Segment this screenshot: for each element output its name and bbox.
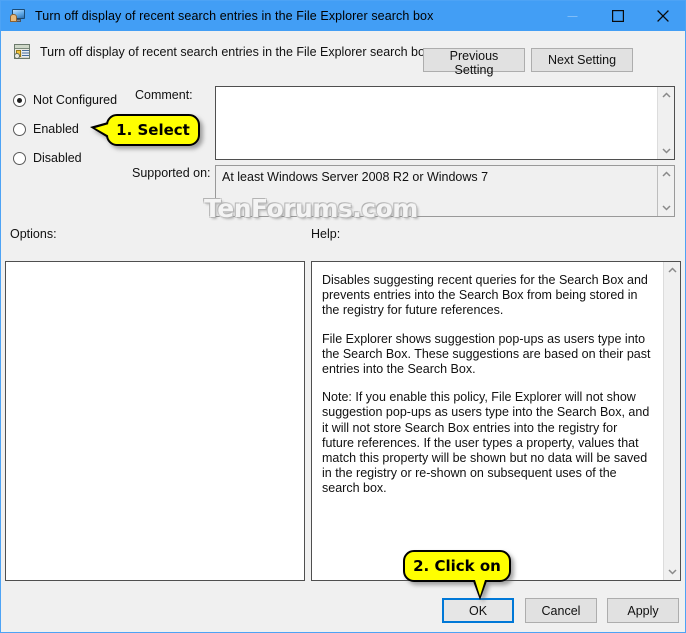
cancel-button[interactable]: Cancel	[525, 598, 597, 623]
title-bar: Turn off display of recent search entrie…	[1, 1, 685, 31]
window-title: Turn off display of recent search entrie…	[35, 9, 434, 23]
minimize-button[interactable]	[550, 1, 595, 31]
supported-on-value: At least Windows Server 2008 R2 or Windo…	[222, 170, 489, 184]
options-label: Options:	[10, 227, 57, 241]
comment-value[interactable]	[216, 87, 657, 159]
close-button[interactable]	[640, 1, 685, 31]
help-label: Help:	[311, 227, 341, 241]
scroll-down-icon[interactable]	[658, 142, 675, 159]
comment-scrollbar[interactable]	[657, 87, 674, 159]
supported-on-label: Supported on:	[132, 166, 211, 180]
callout-tail-fill-icon	[95, 124, 109, 136]
radio-selected-icon	[13, 93, 26, 107]
supported-on-field: At least Windows Server 2008 R2 or Windo…	[215, 165, 675, 217]
help-paragraph: Disables suggesting recent queries for t…	[322, 273, 648, 318]
next-setting-button[interactable]: Next Setting	[531, 48, 633, 72]
radio-label-enabled: Enabled	[33, 122, 79, 136]
callout-step-2-label: 2. Click on	[413, 557, 501, 575]
close-icon	[656, 10, 669, 22]
supported-on-scrollbar[interactable]	[657, 166, 674, 216]
scroll-down-icon[interactable]	[658, 199, 675, 216]
help-scrollbar[interactable]	[663, 262, 680, 580]
radio-unselected-icon	[13, 151, 26, 165]
radio-label-disabled: Disabled	[33, 151, 82, 165]
help-paragraph: File Explorer shows suggestion pop-ups a…	[322, 331, 651, 377]
monitor-icon	[10, 8, 26, 24]
minimize-icon	[567, 15, 578, 17]
comment-label: Comment:	[135, 88, 193, 102]
callout-step-1: 1. Select	[90, 114, 200, 146]
radio-label-not-configured: Not Configured	[33, 93, 118, 107]
callout-step-1-label: 1. Select	[116, 121, 190, 139]
radio-enabled[interactable]: Enabled	[13, 120, 79, 138]
scroll-up-icon[interactable]	[664, 262, 681, 279]
group-policy-setting-dialog: Turn off display of recent search entrie…	[0, 0, 686, 633]
ok-button[interactable]: OK	[442, 598, 514, 623]
help-panel: Disables suggesting recent queries for t…	[311, 261, 681, 581]
previous-setting-button[interactable]: Previous Setting	[423, 48, 525, 77]
scroll-up-icon[interactable]	[658, 166, 675, 183]
callout-step-2: 2. Click on	[403, 550, 511, 600]
radio-unselected-icon	[13, 122, 26, 136]
window-controls	[550, 1, 685, 31]
apply-button[interactable]: Apply	[607, 598, 679, 623]
scroll-up-icon[interactable]	[658, 87, 675, 104]
radio-not-configured[interactable]: Not Configured	[13, 91, 117, 109]
comment-field[interactable]	[215, 86, 675, 160]
options-panel[interactable]	[5, 261, 305, 581]
scroll-down-icon[interactable]	[664, 563, 681, 580]
help-paragraph: Note: If you enable this policy, File Ex…	[322, 390, 650, 496]
setting-title: Turn off display of recent search entrie…	[40, 45, 432, 59]
callout-tail-fill-icon	[475, 580, 485, 596]
help-content: Disables suggesting recent queries for t…	[312, 262, 663, 580]
group-policy-setting-icon	[13, 43, 31, 61]
radio-disabled[interactable]: Disabled	[13, 149, 82, 167]
maximize-icon	[611, 10, 624, 22]
maximize-button[interactable]	[595, 1, 640, 31]
